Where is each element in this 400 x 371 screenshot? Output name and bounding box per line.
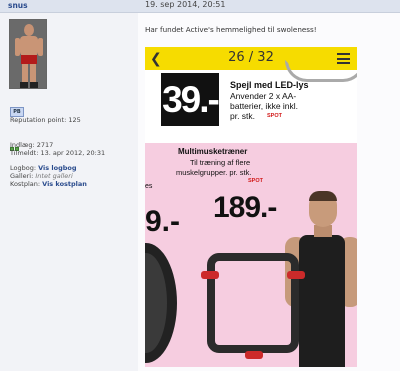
embedded-catalog-viewer[interactable]: ❮ 26 / 32 39.- Spejl med LED-lys Anvende…: [145, 47, 357, 367]
post-message: Har fundet Active's hemmelighed til swol…: [145, 25, 317, 34]
product-top-line1: Anvender 2 x AA-: [230, 91, 297, 101]
reputation-line: Reputation point: 125: [10, 116, 81, 124]
gallery-line: Galleri: Intet galleri: [10, 172, 73, 180]
product-main-line1: Til træning af flere: [190, 158, 251, 167]
price-tag-main: 189.-: [213, 191, 277, 224]
mirror-graphic: [285, 60, 357, 82]
posts-label: Indlæg:: [10, 141, 35, 149]
joined-label: Tilmeldt:: [10, 149, 39, 157]
posts-line: Indlæg: 2717: [10, 141, 53, 149]
product-main-line2: muskelgrupper. pr. stk.: [176, 168, 252, 177]
diet-label: Kostplan:: [10, 180, 41, 188]
product-top-line2: batterier, ikke inkl.: [230, 101, 299, 111]
reputation-value: 125: [68, 116, 81, 124]
product-main-title: Multimusketræner: [178, 147, 248, 156]
ad-top-panel: 39.- Spejl med LED-lys Anvender 2 x AA- …: [145, 60, 357, 143]
logbook-line: Logbog: Vis logbog: [10, 164, 77, 172]
product-top-line3: pr. stk.: [230, 111, 256, 121]
author-profile-column: PB Reputation point: 125 Indlæg: 2717 Ti…: [0, 13, 138, 371]
post-header-bar: snus 19. sep 2014, 20:51: [0, 0, 400, 13]
partial-text: es: [145, 183, 153, 190]
spot-badge-main: SPOT: [248, 178, 263, 184]
post-date: 19. sep 2014, 20:51: [145, 0, 226, 9]
spot-badge-top: SPOT: [267, 113, 282, 119]
logbook-link[interactable]: Vis logbog: [38, 164, 76, 172]
avatar[interactable]: [9, 19, 47, 89]
gallery-label: Galleri:: [10, 172, 34, 180]
gallery-value: Intet galleri: [35, 172, 73, 180]
posts-value: 2717: [36, 141, 54, 149]
exercise-device-image: [201, 253, 305, 359]
price-tag-partial: 9.-: [145, 205, 181, 238]
post-author[interactable]: snus: [8, 1, 28, 10]
reputation-label: Reputation point:: [10, 116, 67, 124]
diet-link[interactable]: Vis kostplan: [42, 180, 87, 188]
product-image-left: [145, 243, 177, 363]
joined-line: Tilmeldt: 13. apr 2012, 20:31: [10, 149, 105, 157]
joined-value: 13. apr 2012, 20:31: [40, 149, 106, 157]
logbook-label: Logbog:: [10, 164, 37, 172]
product-top-title: Spejl med LED-lys: [230, 80, 309, 90]
ad-main-panel: Multimusketræner Til træning af flere mu…: [145, 143, 357, 367]
price-tag-top: 39.-: [161, 73, 220, 126]
diet-line: Kostplan: Vis kostplan: [10, 180, 87, 188]
